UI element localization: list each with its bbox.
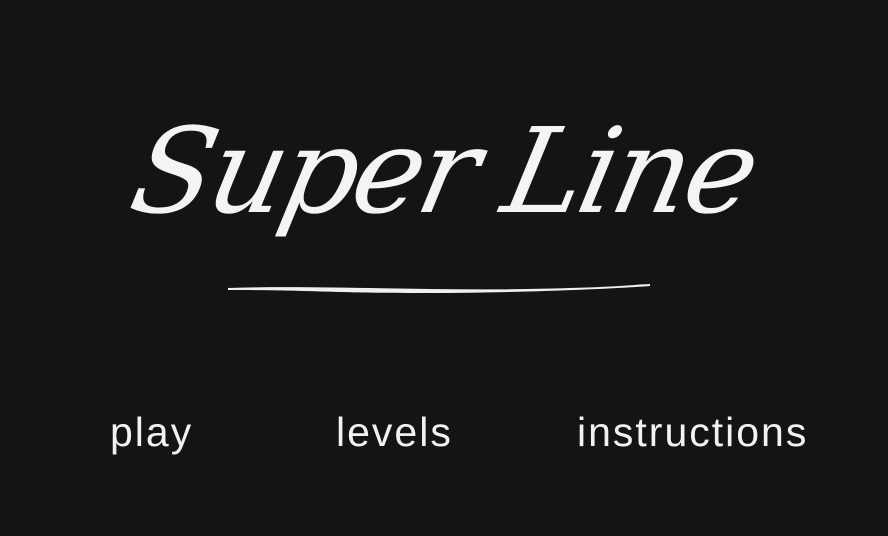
instructions-button[interactable]: instructions bbox=[577, 408, 808, 456]
title-underline-brushstroke bbox=[228, 284, 650, 293]
play-button[interactable]: play bbox=[110, 408, 193, 456]
levels-button[interactable]: levels bbox=[336, 408, 453, 456]
game-title: Super Line bbox=[120, 102, 768, 240]
